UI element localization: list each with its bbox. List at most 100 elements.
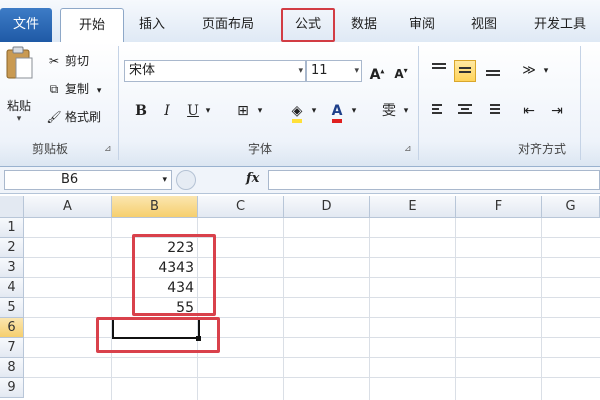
gridline (24, 257, 600, 258)
align-middle-icon (459, 67, 471, 75)
gridline (455, 218, 456, 400)
row-header[interactable]: 3 (0, 258, 24, 278)
tab-data[interactable]: 数据 (340, 8, 388, 42)
gridline (24, 277, 600, 278)
format-painter-button[interactable]: 🖌 格式刷 (46, 106, 101, 128)
formula-bar-handle[interactable] (176, 170, 196, 190)
cut-label: 剪切 (65, 54, 90, 68)
tab-file[interactable]: 文件 (0, 8, 52, 42)
tab-developer[interactable]: 开发工具 (522, 8, 598, 42)
align-top-button[interactable] (428, 60, 450, 82)
column-header-selected[interactable]: B (112, 196, 198, 218)
clipboard-launcher-icon[interactable]: ⊿ (104, 144, 112, 154)
copy-button[interactable]: ⧉ 复制 ▾ (46, 78, 102, 100)
chevron-down-icon[interactable]: ▾ (202, 100, 214, 122)
decrease-indent-icon: ⇤ (523, 103, 535, 119)
italic-button[interactable]: I (156, 100, 178, 122)
row-header[interactable]: 9 (0, 378, 24, 398)
row-header[interactable]: 4 (0, 278, 24, 298)
fill-color-button[interactable]: ◈ (286, 100, 308, 123)
column-header[interactable]: E (370, 196, 456, 218)
paste-icon (6, 46, 33, 79)
chevron-down-icon[interactable]: ▾ (254, 100, 266, 122)
align-right-button[interactable] (482, 100, 504, 122)
copy-label: 复制 (65, 82, 90, 96)
phonetic-guide-button[interactable]: 雯 (378, 100, 400, 122)
paste-button[interactable]: 粘贴 ▾ (2, 46, 36, 126)
column-header[interactable]: G (542, 196, 600, 218)
font-group-label: 字体 (247, 142, 272, 156)
row-header[interactable]: 1 (0, 218, 24, 238)
align-center-button[interactable] (454, 100, 476, 122)
row-header[interactable]: 7 (0, 338, 24, 358)
increase-indent-icon: ⇥ (551, 103, 563, 119)
align-bottom-button[interactable] (482, 60, 504, 82)
tab-home[interactable]: 开始 (60, 8, 124, 43)
align-bottom-icon (486, 70, 500, 78)
tab-view[interactable]: 视图 (460, 8, 508, 42)
align-left-icon (432, 104, 442, 116)
align-left-button[interactable] (428, 100, 450, 122)
decrease-indent-button[interactable]: ⇤ (518, 100, 540, 122)
chevron-down-icon[interactable]: ▾ (400, 100, 412, 122)
row-header-selected[interactable]: 6 (0, 318, 24, 338)
font-size-combo[interactable]: 11 ▾ (306, 60, 362, 82)
orientation-button[interactable]: ≫ (518, 60, 540, 82)
shrink-font-button[interactable]: A▾ (390, 60, 412, 82)
name-box[interactable]: B6 ▾ (4, 170, 172, 190)
tab-formulas[interactable]: 公式 (281, 8, 335, 42)
borders-icon: ⊞ (237, 103, 249, 119)
column-header[interactable]: A (24, 196, 112, 218)
ribbon-home: 粘贴 ▾ ✂ 剪切 ⧉ 复制 ▾ 🖌 格式刷 剪贴板 ⊿ 宋体 ▾ 11 ▾ A▴ A… (0, 42, 600, 167)
tab-page-layout[interactable]: 页面布局 (186, 8, 270, 42)
grow-font-icon: A▴ (369, 66, 385, 83)
row-header[interactable]: 5 (0, 298, 24, 318)
fill-color-icon: ◈ (291, 103, 303, 123)
chevron-down-icon[interactable]: ▾ (162, 171, 167, 189)
phonetic-icon: 雯 (382, 103, 396, 119)
borders-button[interactable]: ⊞ (232, 100, 254, 122)
row-header[interactable]: 8 (0, 358, 24, 378)
font-launcher-icon[interactable]: ⊿ (404, 144, 412, 154)
format-painter-label: 格式刷 (65, 110, 102, 124)
orientation-icon: ≫ (522, 63, 536, 78)
copy-icon: ⧉ (49, 82, 59, 96)
gridline (541, 218, 542, 400)
format-painter-icon: 🖌 (46, 110, 62, 124)
font-color-icon: A (331, 103, 343, 123)
copy-dropdown-icon[interactable]: ▾ (97, 86, 102, 96)
font-color-button[interactable]: A (326, 100, 348, 123)
font-name-combo[interactable]: 宋体 ▾ (124, 60, 306, 82)
increase-indent-button[interactable]: ⇥ (546, 100, 568, 122)
column-header[interactable]: C (198, 196, 284, 218)
active-cell-highlight-box (96, 317, 220, 353)
font-size-value: 11 (311, 63, 328, 78)
formula-input[interactable] (268, 170, 600, 190)
select-all-corner[interactable] (0, 196, 24, 218)
align-right-icon (490, 104, 500, 116)
row-header[interactable]: 2 (0, 238, 24, 258)
formula-bar: B6 ▾ fx (0, 167, 600, 194)
grow-font-button[interactable]: A▴ (366, 60, 388, 83)
chevron-down-icon[interactable]: ▾ (298, 61, 303, 81)
gridline (24, 297, 600, 298)
align-middle-button[interactable] (454, 60, 476, 82)
column-header[interactable]: D (284, 196, 370, 218)
scissors-icon: ✂ (48, 54, 60, 68)
insert-function-icon[interactable]: fx (246, 171, 259, 186)
column-header[interactable]: F (456, 196, 542, 218)
group-divider (118, 46, 119, 160)
chevron-down-icon[interactable]: ▾ (308, 100, 320, 122)
tab-insert[interactable]: 插入 (128, 8, 176, 42)
cut-button[interactable]: ✂ 剪切 (46, 50, 89, 72)
paste-label: 粘贴 (6, 99, 31, 113)
chevron-down-icon[interactable]: ▾ (354, 61, 359, 81)
bold-button[interactable]: B (130, 100, 152, 122)
underline-button[interactable]: U (182, 100, 204, 122)
tab-review[interactable]: 审阅 (398, 8, 446, 42)
chevron-down-icon[interactable]: ▾ (540, 60, 552, 82)
font-name-value: 宋体 (129, 63, 156, 78)
paste-dropdown-icon[interactable]: ▾ (2, 114, 36, 124)
chevron-down-icon[interactable]: ▾ (348, 100, 360, 122)
gridline (283, 218, 284, 400)
